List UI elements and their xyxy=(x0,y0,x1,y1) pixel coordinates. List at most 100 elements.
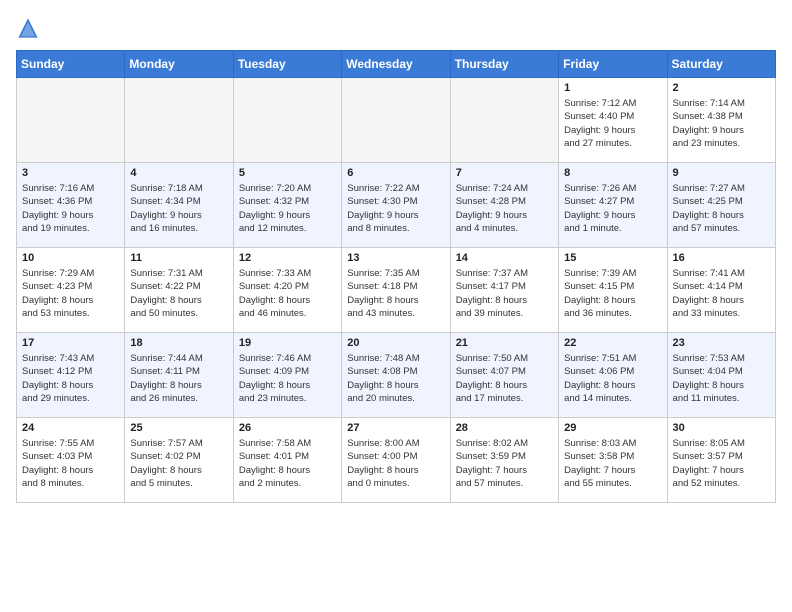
day-number: 30 xyxy=(673,422,770,434)
calendar-cell: 8 Sunrise: 7:26 AM Sunset: 4:27 PM Daylig… xyxy=(559,163,667,248)
day-info: Sunrise: 7:51 AM Sunset: 4:06 PM Dayligh… xyxy=(564,352,661,405)
day-info: Sunrise: 7:16 AM Sunset: 4:36 PM Dayligh… xyxy=(22,182,119,235)
day-info: Sunrise: 7:22 AM Sunset: 4:30 PM Dayligh… xyxy=(347,182,444,235)
calendar-cell: 20 Sunrise: 7:48 AM Sunset: 4:08 PM Dayli… xyxy=(342,333,450,418)
day-info: Sunrise: 7:53 AM Sunset: 4:04 PM Dayligh… xyxy=(673,352,770,405)
day-info: Sunrise: 8:00 AM Sunset: 4:00 PM Dayligh… xyxy=(347,437,444,490)
calendar-cell xyxy=(17,78,125,163)
day-info: Sunrise: 7:31 AM Sunset: 4:22 PM Dayligh… xyxy=(130,267,227,320)
day-info: Sunrise: 7:24 AM Sunset: 4:28 PM Dayligh… xyxy=(456,182,553,235)
day-number: 5 xyxy=(239,167,336,179)
weekday-header-thursday: Thursday xyxy=(450,51,558,78)
calendar-cell: 5 Sunrise: 7:20 AM Sunset: 4:32 PM Daylig… xyxy=(233,163,341,248)
calendar-cell: 23 Sunrise: 7:53 AM Sunset: 4:04 PM Dayli… xyxy=(667,333,775,418)
day-info: Sunrise: 7:14 AM Sunset: 4:38 PM Dayligh… xyxy=(673,97,770,150)
day-number: 18 xyxy=(130,337,227,349)
day-number: 11 xyxy=(130,252,227,264)
day-number: 14 xyxy=(456,252,553,264)
day-number: 21 xyxy=(456,337,553,349)
calendar-cell: 13Sunrise: 7:35 AM Sunset: 4:18 PM Dayli… xyxy=(342,248,450,333)
calendar-cell: 22Sunrise: 7:51 AM Sunset: 4:06 PM Dayli… xyxy=(559,333,667,418)
calendar-cell: 19 Sunrise: 7:46 AM Sunset: 4:09 PM Dayli… xyxy=(233,333,341,418)
day-number: 28 xyxy=(456,422,553,434)
day-info: Sunrise: 8:02 AM Sunset: 3:59 PM Dayligh… xyxy=(456,437,553,490)
day-number: 25 xyxy=(130,422,227,434)
calendar-cell xyxy=(342,78,450,163)
calendar-cell xyxy=(125,78,233,163)
day-info: Sunrise: 7:27 AM Sunset: 4:25 PM Dayligh… xyxy=(673,182,770,235)
calendar-week-row-1: 1Sunrise: 7:12 AM Sunset: 4:40 PM Daylig… xyxy=(17,78,776,163)
day-info: Sunrise: 7:46 AM Sunset: 4:09 PM Dayligh… xyxy=(239,352,336,405)
day-info: Sunrise: 7:44 AM Sunset: 4:11 PM Dayligh… xyxy=(130,352,227,405)
day-number: 7 xyxy=(456,167,553,179)
day-number: 23 xyxy=(673,337,770,349)
weekday-header-row: SundayMondayTuesdayWednesdayThursdayFrid… xyxy=(17,51,776,78)
day-info: Sunrise: 7:57 AM Sunset: 4:02 PM Dayligh… xyxy=(130,437,227,490)
day-number: 10 xyxy=(22,252,119,264)
day-number: 3 xyxy=(22,167,119,179)
day-info: Sunrise: 7:26 AM Sunset: 4:27 PM Dayligh… xyxy=(564,182,661,235)
calendar-cell: 21 Sunrise: 7:50 AM Sunset: 4:07 PM Dayli… xyxy=(450,333,558,418)
day-info: Sunrise: 7:48 AM Sunset: 4:08 PM Dayligh… xyxy=(347,352,444,405)
logo-icon xyxy=(16,16,40,40)
calendar-cell: 12 Sunrise: 7:33 AM Sunset: 4:20 PM Dayli… xyxy=(233,248,341,333)
day-number: 24 xyxy=(22,422,119,434)
day-number: 12 xyxy=(239,252,336,264)
weekday-header-wednesday: Wednesday xyxy=(342,51,450,78)
day-number: 17 xyxy=(22,337,119,349)
day-number: 16 xyxy=(673,252,770,264)
calendar-week-row-2: 3 Sunrise: 7:16 AM Sunset: 4:36 PM Daylig… xyxy=(17,163,776,248)
day-info: Sunrise: 7:37 AM Sunset: 4:17 PM Dayligh… xyxy=(456,267,553,320)
calendar-cell: 26 Sunrise: 7:58 AM Sunset: 4:01 PM Dayli… xyxy=(233,418,341,503)
weekday-header-sunday: Sunday xyxy=(17,51,125,78)
calendar-week-row-4: 17 Sunrise: 7:43 AM Sunset: 4:12 PM Dayli… xyxy=(17,333,776,418)
weekday-header-saturday: Saturday xyxy=(667,51,775,78)
day-info: Sunrise: 8:03 AM Sunset: 3:58 PM Dayligh… xyxy=(564,437,661,490)
day-info: Sunrise: 7:50 AM Sunset: 4:07 PM Dayligh… xyxy=(456,352,553,405)
day-number: 20 xyxy=(347,337,444,349)
day-info: Sunrise: 7:33 AM Sunset: 4:20 PM Dayligh… xyxy=(239,267,336,320)
calendar-cell: 28 Sunrise: 8:02 AM Sunset: 3:59 PM Dayli… xyxy=(450,418,558,503)
day-number: 19 xyxy=(239,337,336,349)
calendar-cell xyxy=(233,78,341,163)
day-number: 26 xyxy=(239,422,336,434)
day-number: 8 xyxy=(564,167,661,179)
day-number: 4 xyxy=(130,167,227,179)
calendar-week-row-3: 10Sunrise: 7:29 AM Sunset: 4:23 PM Dayli… xyxy=(17,248,776,333)
calendar-cell: 17 Sunrise: 7:43 AM Sunset: 4:12 PM Dayli… xyxy=(17,333,125,418)
day-info: Sunrise: 7:43 AM Sunset: 4:12 PM Dayligh… xyxy=(22,352,119,405)
page-header xyxy=(16,16,776,40)
day-number: 15 xyxy=(564,252,661,264)
calendar-cell xyxy=(450,78,558,163)
day-info: Sunrise: 7:55 AM Sunset: 4:03 PM Dayligh… xyxy=(22,437,119,490)
calendar-cell: 4Sunrise: 7:18 AM Sunset: 4:34 PM Daylig… xyxy=(125,163,233,248)
day-number: 9 xyxy=(673,167,770,179)
day-info: Sunrise: 7:41 AM Sunset: 4:14 PM Dayligh… xyxy=(673,267,770,320)
calendar-cell: 24 Sunrise: 7:55 AM Sunset: 4:03 PM Dayli… xyxy=(17,418,125,503)
day-info: Sunrise: 7:20 AM Sunset: 4:32 PM Dayligh… xyxy=(239,182,336,235)
calendar-table: SundayMondayTuesdayWednesdayThursdayFrid… xyxy=(16,50,776,503)
weekday-header-friday: Friday xyxy=(559,51,667,78)
calendar-cell: 7 Sunrise: 7:24 AM Sunset: 4:28 PM Daylig… xyxy=(450,163,558,248)
day-info: Sunrise: 7:35 AM Sunset: 4:18 PM Dayligh… xyxy=(347,267,444,320)
day-info: Sunrise: 7:58 AM Sunset: 4:01 PM Dayligh… xyxy=(239,437,336,490)
calendar-cell: 18 Sunrise: 7:44 AM Sunset: 4:11 PM Dayli… xyxy=(125,333,233,418)
day-number: 1 xyxy=(564,82,661,94)
logo xyxy=(16,16,44,40)
day-number: 2 xyxy=(673,82,770,94)
day-info: Sunrise: 7:39 AM Sunset: 4:15 PM Dayligh… xyxy=(564,267,661,320)
calendar-cell: 9 Sunrise: 7:27 AM Sunset: 4:25 PM Daylig… xyxy=(667,163,775,248)
calendar-cell: 2 Sunrise: 7:14 AM Sunset: 4:38 PM Daylig… xyxy=(667,78,775,163)
calendar-cell: 15 Sunrise: 7:39 AM Sunset: 4:15 PM Dayli… xyxy=(559,248,667,333)
calendar-cell: 14 Sunrise: 7:37 AM Sunset: 4:17 PM Dayli… xyxy=(450,248,558,333)
day-number: 27 xyxy=(347,422,444,434)
calendar-cell: 30 Sunrise: 8:05 AM Sunset: 3:57 PM Dayli… xyxy=(667,418,775,503)
calendar-cell: 11 Sunrise: 7:31 AM Sunset: 4:22 PM Dayli… xyxy=(125,248,233,333)
day-number: 29 xyxy=(564,422,661,434)
calendar-cell: 6Sunrise: 7:22 AM Sunset: 4:30 PM Daylig… xyxy=(342,163,450,248)
calendar-cell: 16 Sunrise: 7:41 AM Sunset: 4:14 PM Dayli… xyxy=(667,248,775,333)
day-info: Sunrise: 8:05 AM Sunset: 3:57 PM Dayligh… xyxy=(673,437,770,490)
calendar-cell: 29 Sunrise: 8:03 AM Sunset: 3:58 PM Dayli… xyxy=(559,418,667,503)
calendar-cell: 10Sunrise: 7:29 AM Sunset: 4:23 PM Dayli… xyxy=(17,248,125,333)
calendar-cell: 25 Sunrise: 7:57 AM Sunset: 4:02 PM Dayli… xyxy=(125,418,233,503)
